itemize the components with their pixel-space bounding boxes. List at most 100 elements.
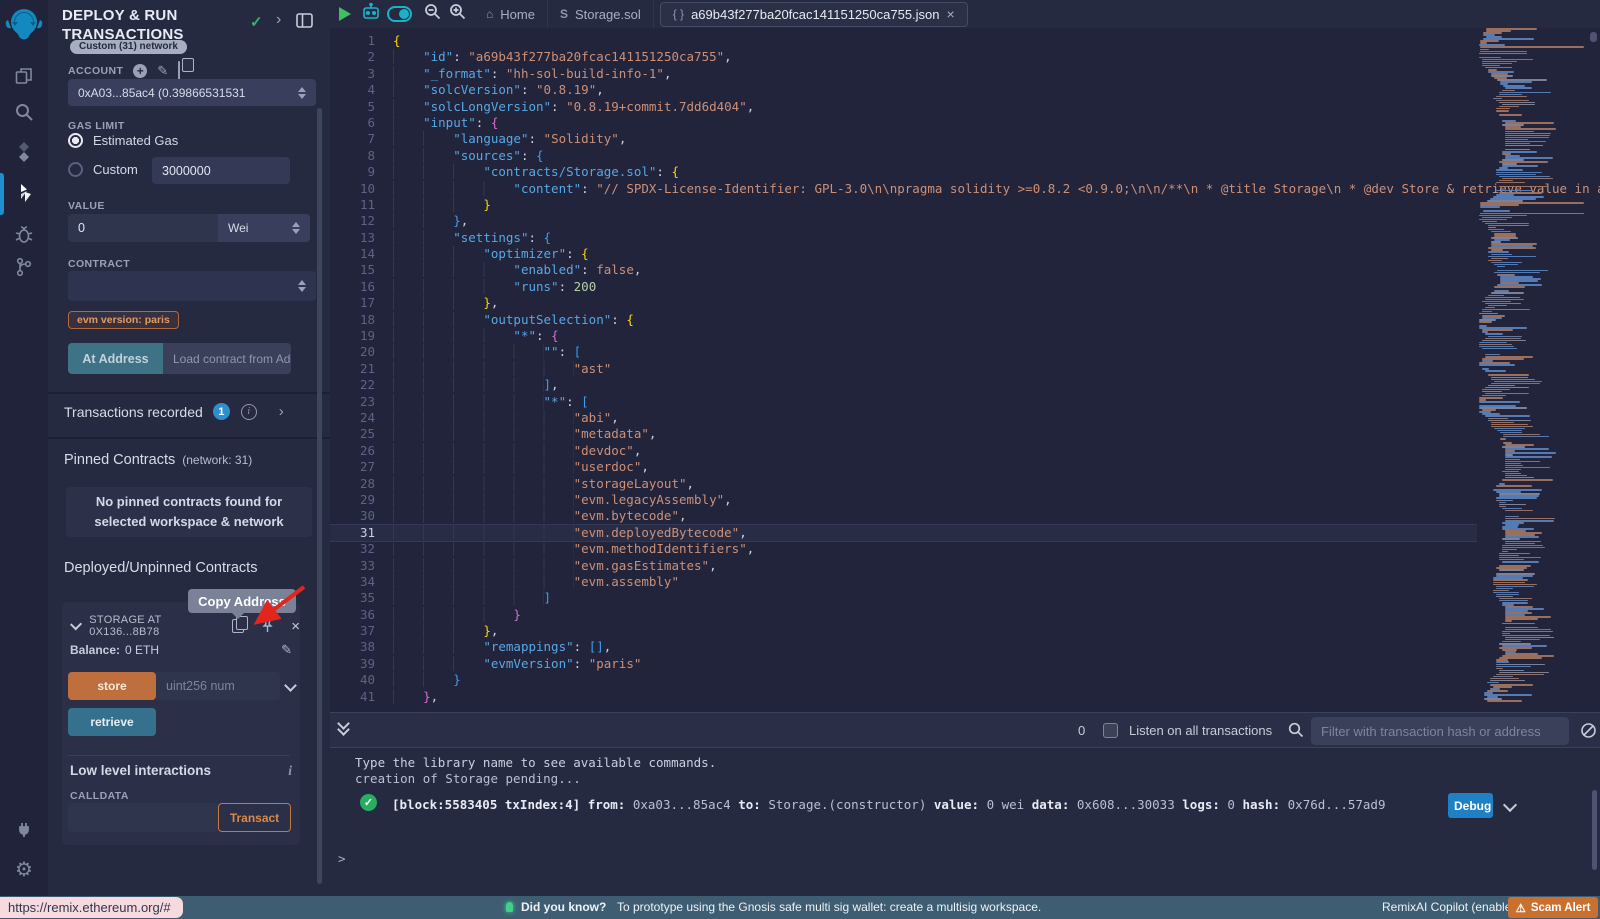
- plugin-manager-icon[interactable]: [0, 812, 48, 846]
- value-input[interactable]: [68, 214, 218, 242]
- scam-alert-button[interactable]: ⚠ Scam Alert: [1508, 897, 1598, 918]
- minimap-line: [1494, 381, 1542, 383]
- clear-terminal-icon[interactable]: [1580, 722, 1597, 744]
- minimap-line: [1488, 385, 1515, 387]
- custom-gas-label: Custom: [93, 162, 138, 177]
- solidity-compiler-icon[interactable]: [0, 135, 48, 169]
- minimap-line: [1479, 401, 1520, 403]
- pin-panel-icon[interactable]: [296, 13, 313, 33]
- minimap-line: [1502, 90, 1515, 92]
- chevron-down-icon[interactable]: [70, 618, 82, 630]
- minimap-line: [1505, 541, 1541, 543]
- chevron-down-icon[interactable]: [284, 679, 297, 692]
- code-line: 41 },: [330, 689, 1477, 705]
- terminal-info-line: Type the library name to see available c…: [355, 755, 716, 770]
- account-row: ACCOUNT + ✎: [68, 62, 180, 80]
- close-tab-icon[interactable]: ×: [947, 6, 955, 22]
- deploy-and-run-icon[interactable]: [0, 177, 48, 211]
- no-pinned-line1: No pinned contracts found for: [96, 492, 282, 512]
- editor-scrollbar[interactable]: [1590, 32, 1597, 42]
- minimap-line: [1499, 502, 1506, 504]
- balance-label: Balance:: [70, 643, 120, 657]
- listen-checkbox[interactable]: [1103, 723, 1118, 738]
- estimated-gas-option[interactable]: Estimated Gas: [68, 133, 178, 148]
- info-icon[interactable]: i: [288, 763, 292, 779]
- code-editor[interactable]: 1{2 "id": "a69b43f277ba20fcac141151250ca…: [330, 28, 1600, 712]
- stepper-icon[interactable]: [286, 222, 300, 234]
- file-explorer-icon[interactable]: [0, 59, 48, 93]
- minimap-line: [1488, 256, 1536, 258]
- debug-button[interactable]: Debug: [1448, 793, 1493, 818]
- terminal-scrollbar[interactable]: [1592, 790, 1597, 870]
- store-argument-input[interactable]: [156, 672, 280, 700]
- value-unit: Wei: [228, 221, 248, 235]
- minimap[interactable]: [1477, 28, 1588, 712]
- minimap-line: [1493, 584, 1537, 586]
- expand-log-icon[interactable]: [1505, 798, 1515, 813]
- at-address-button[interactable]: At Address: [68, 343, 163, 374]
- zoom-in-icon[interactable]: [449, 3, 466, 25]
- stepper-icon[interactable]: [292, 280, 306, 292]
- minimap-line: [1491, 377, 1528, 379]
- radio-selected-icon[interactable]: [68, 133, 83, 148]
- copy-account-icon[interactable]: [178, 62, 180, 80]
- info-icon[interactable]: i: [241, 404, 257, 420]
- edit-account-icon[interactable]: ✎: [157, 63, 168, 79]
- edit-icon[interactable]: ✎: [281, 642, 292, 658]
- chevron-right-icon[interactable]: ›: [279, 403, 284, 420]
- transact-button[interactable]: Transact: [218, 803, 291, 832]
- minimap-line: [1502, 549, 1517, 551]
- minimap-line: [1480, 49, 1489, 51]
- retrieve-function-button[interactable]: retrieve: [68, 708, 156, 736]
- minimap-line: [1496, 110, 1509, 112]
- code-line: 31 "evm.deployedBytecode",: [330, 525, 1477, 541]
- code-line: 10 "content": "// SPDX-License-Identifie…: [330, 181, 1477, 197]
- minimap-line: [1505, 137, 1549, 139]
- stepper-icon[interactable]: [292, 87, 306, 99]
- terminal-output[interactable]: Type the library name to see available c…: [330, 748, 1600, 896]
- minimap-line: [1496, 664, 1545, 666]
- filter-transactions-input[interactable]: [1311, 717, 1569, 745]
- calldata-input[interactable]: [68, 803, 218, 832]
- code-line: 29 "evm.legacyAssembly",: [330, 492, 1477, 508]
- value-unit-select[interactable]: Wei: [218, 214, 310, 242]
- custom-gas-input[interactable]: [152, 157, 290, 184]
- store-function-button[interactable]: store: [68, 672, 156, 700]
- tab-json-active[interactable]: { } a69b43f277ba20fcac141151250ca755.jso…: [660, 2, 968, 27]
- load-contract-input[interactable]: Load contract from Addre: [163, 343, 291, 374]
- copilot-toggle-icon[interactable]: [387, 6, 412, 22]
- custom-gas-option[interactable]: Custom: [68, 162, 138, 177]
- copilot-status[interactable]: RemixAI Copilot (enabled): [1382, 900, 1522, 914]
- account-label: ACCOUNT: [68, 65, 123, 77]
- minimap-line: [1488, 260, 1502, 262]
- contract-select[interactable]: [68, 271, 316, 301]
- minimap-line: [1488, 420, 1531, 422]
- tab-storage-sol[interactable]: S Storage.sol: [548, 0, 654, 28]
- transactions-recorded-row[interactable]: Transactions recorded 1 i ›: [64, 403, 314, 420]
- tab-home[interactable]: ⌂ Home: [474, 0, 548, 28]
- account-select[interactable]: 0xA03...85ac4 (0.39866531531: [68, 79, 316, 106]
- panel-scrollbar[interactable]: [317, 108, 322, 884]
- minimap-line: [1488, 251, 1509, 253]
- listen-label[interactable]: Listen on all transactions: [1129, 723, 1272, 738]
- debugger-icon[interactable]: [0, 217, 48, 251]
- settings-gear-icon[interactable]: ⚙: [0, 852, 48, 886]
- minimap-line: [1496, 182, 1525, 184]
- minimap-line: [1505, 139, 1528, 141]
- run-script-icon[interactable]: [339, 7, 351, 21]
- code-line: 39 "evmVersion": "paris": [330, 656, 1477, 672]
- remix-logo-icon[interactable]: [4, 5, 44, 43]
- collapse-terminal-icon[interactable]: [339, 722, 348, 734]
- minimap-line: [1479, 364, 1515, 366]
- minimap-line: [1505, 87, 1532, 89]
- radio-unselected-icon[interactable]: [68, 162, 83, 177]
- chevron-right-icon[interactable]: ›: [276, 11, 281, 29]
- ai-assistant-icon[interactable]: [361, 3, 381, 26]
- terminal-prompt[interactable]: >: [338, 851, 346, 866]
- git-icon[interactable]: [0, 250, 48, 284]
- transaction-log-text[interactable]: [block:5583405 txIndex:4] from: 0xa03...…: [392, 797, 1385, 812]
- add-account-icon[interactable]: +: [133, 64, 147, 78]
- minimap-line: [1502, 178, 1553, 180]
- zoom-out-icon[interactable]: [424, 3, 441, 25]
- search-icon[interactable]: [0, 95, 48, 129]
